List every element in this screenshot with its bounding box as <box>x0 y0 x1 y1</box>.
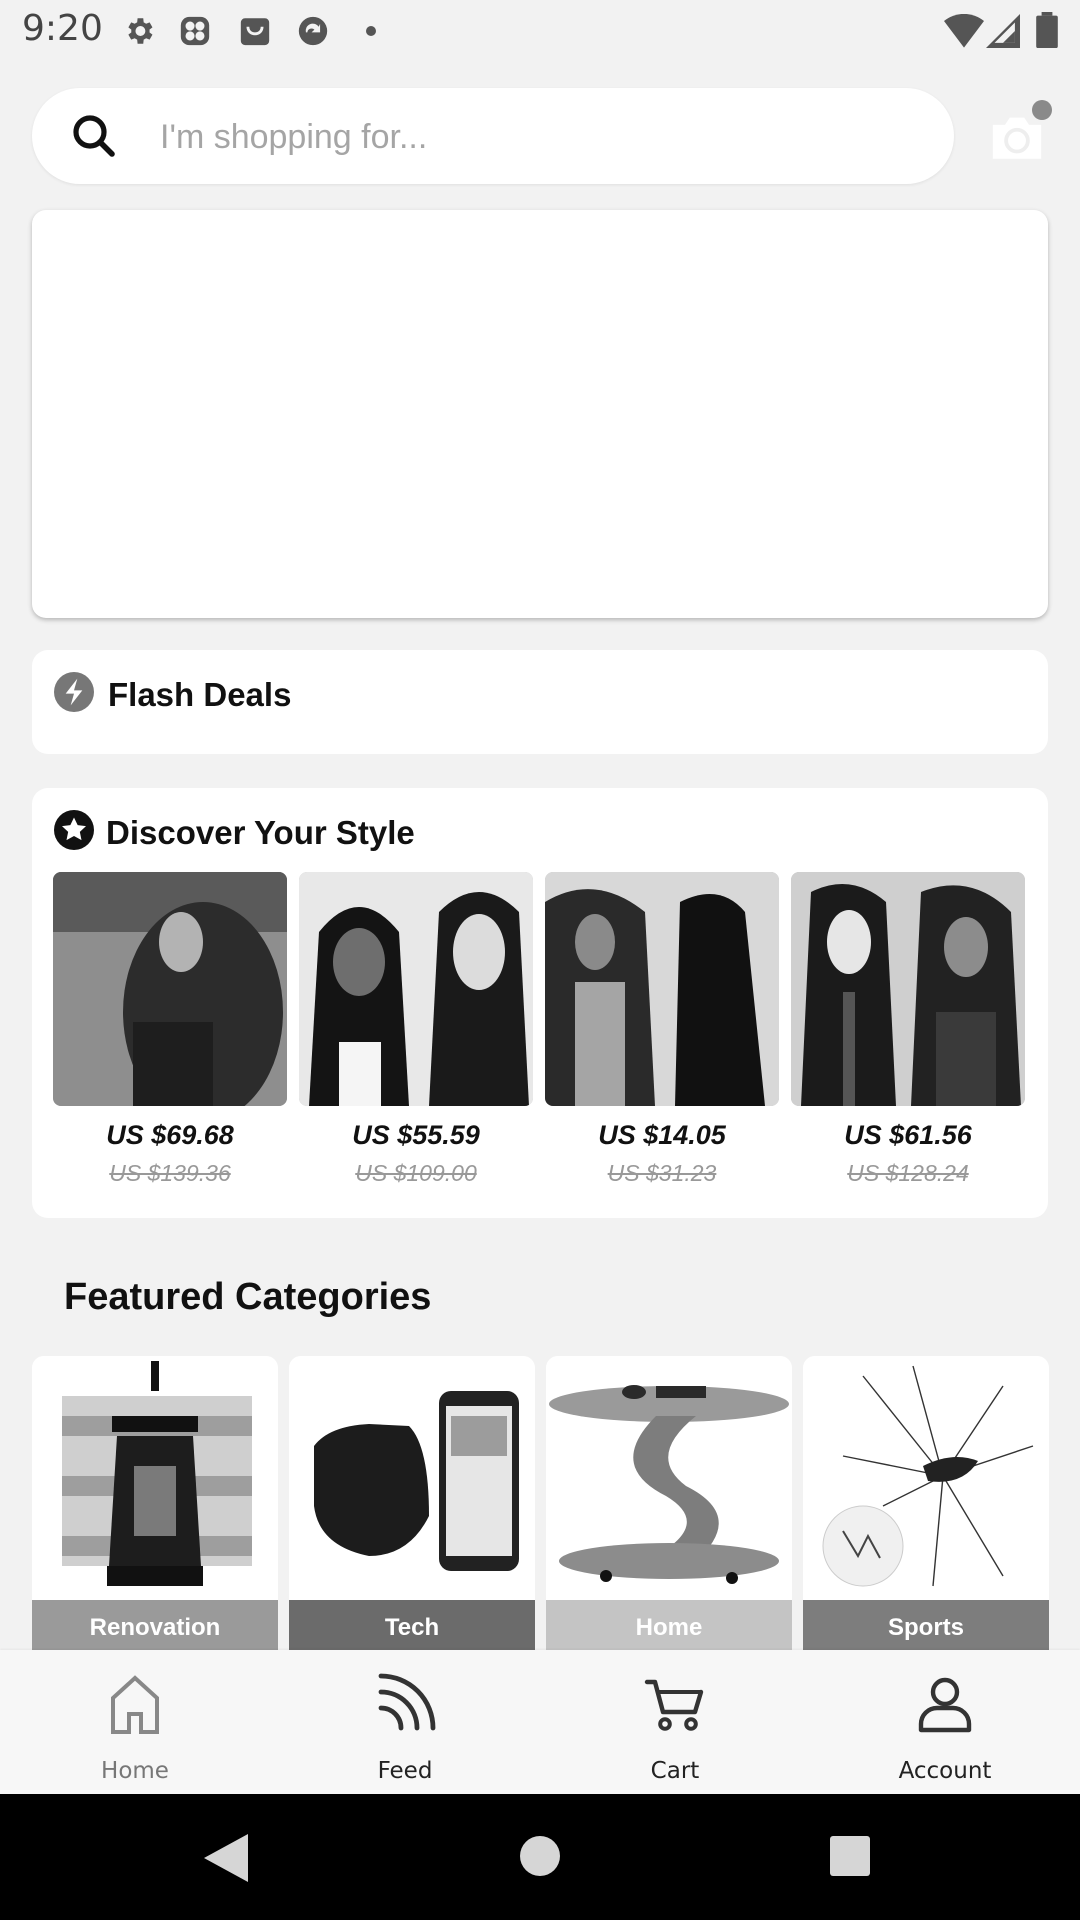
product-image-3[interactable] <box>545 872 779 1106</box>
category-label-home: Home <box>546 1600 792 1656</box>
side-table-image <box>546 1356 792 1600</box>
promo-banner[interactable] <box>32 210 1048 618</box>
nav-account[interactable]: Account <box>810 1650 1080 1794</box>
category-label-renovation: Renovation <box>32 1600 278 1656</box>
status-bar <box>0 0 1080 62</box>
signal-icon <box>986 14 1020 48</box>
product-photo-1 <box>53 872 287 1106</box>
flash-deals-title: Flash Deals <box>108 676 292 713</box>
product-price-2: US $55.59 <box>352 1120 480 1150</box>
fishing-lure-image <box>803 1356 1049 1600</box>
dot-icon <box>366 26 376 36</box>
shopping-bag-icon <box>240 18 270 46</box>
search-input[interactable] <box>158 104 902 170</box>
home-button-icon[interactable] <box>520 1836 560 1876</box>
nav-feed-label: Feed <box>377 1758 433 1784</box>
status-time: 9:20 <box>22 8 103 49</box>
category-home[interactable]: Home <box>546 1356 792 1656</box>
product-image-2[interactable] <box>299 872 533 1106</box>
discover-style-title: Discover Your Style <box>106 814 415 851</box>
back-icon[interactable] <box>204 1834 248 1882</box>
nav-cart[interactable]: Cart <box>540 1650 810 1794</box>
battery-icon <box>1036 12 1058 48</box>
nav-home[interactable]: Home <box>0 1650 270 1794</box>
featured-categories-title: Featured Categories <box>64 1276 432 1318</box>
gps-tracker-image <box>289 1356 535 1600</box>
search-icon[interactable] <box>70 112 118 160</box>
feed-icon <box>378 1673 436 1731</box>
product-image-4[interactable] <box>791 872 1025 1106</box>
category-label-tech: Tech <box>289 1600 535 1656</box>
home-icon <box>111 1675 159 1734</box>
category-tech[interactable]: Tech <box>289 1356 535 1656</box>
product-price-1: US $69.68 <box>106 1120 234 1150</box>
product-photo-3 <box>545 872 779 1106</box>
product-original-price-1: US $139.36 <box>109 1160 231 1186</box>
product-image-1[interactable] <box>53 872 287 1106</box>
notification-dot <box>1032 100 1052 120</box>
gear-icon <box>128 18 153 44</box>
lantern-image <box>32 1356 278 1600</box>
product-original-price-2: US $109.00 <box>355 1160 477 1186</box>
nav-feed[interactable]: Feed <box>270 1650 540 1794</box>
fan-icon <box>180 16 210 46</box>
product-original-price-3: US $31.23 <box>607 1160 717 1186</box>
cart-icon <box>644 1679 704 1731</box>
wifi-icon <box>944 14 984 48</box>
product-original-price-4: US $128.24 <box>847 1160 969 1186</box>
category-label-sports: Sports <box>803 1600 1049 1656</box>
lightning-icon <box>54 672 94 712</box>
sync-app-icon <box>298 16 328 46</box>
product-photo-2 <box>299 872 533 1106</box>
nav-account-label: Account <box>898 1758 992 1784</box>
nav-cart-label: Cart <box>650 1758 700 1784</box>
nav-home-label: Home <box>101 1758 169 1784</box>
recents-icon[interactable] <box>830 1836 870 1876</box>
account-icon <box>918 1677 972 1733</box>
category-sports[interactable]: Sports <box>803 1356 1049 1656</box>
star-badge-icon <box>54 810 94 850</box>
product-price-3: US $14.05 <box>598 1120 726 1150</box>
product-price-4: US $61.56 <box>844 1120 972 1150</box>
product-photo-4 <box>791 872 1025 1106</box>
category-renovation[interactable]: Renovation <box>32 1356 278 1656</box>
